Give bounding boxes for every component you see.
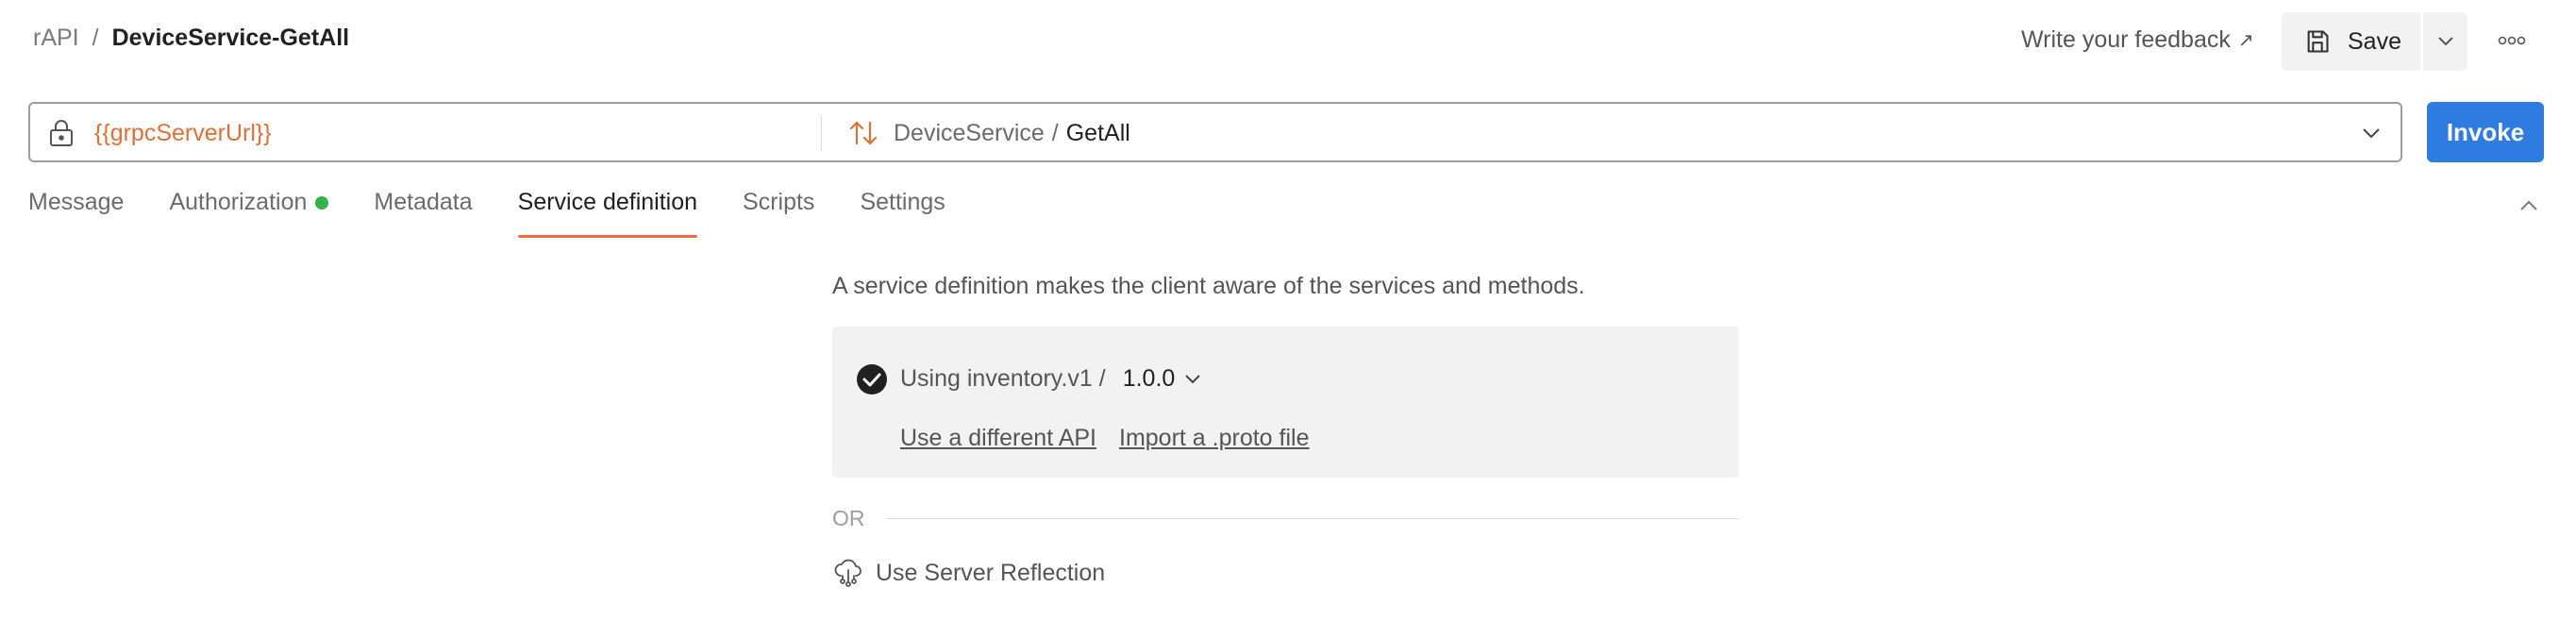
more-icon bbox=[2498, 36, 2526, 45]
api-links: Use a different API Import a .proto file bbox=[900, 425, 1331, 452]
tab-label: Message bbox=[28, 189, 125, 215]
url-divider bbox=[821, 115, 822, 151]
url-bar: {{grpcServerUrl}} DeviceService / GetAll bbox=[28, 102, 2402, 162]
service-definition-description: A service definition makes the client aw… bbox=[832, 273, 1585, 299]
breadcrumb-separator: / bbox=[92, 25, 99, 51]
breadcrumb: rAPI / DeviceService-GetAll bbox=[33, 25, 349, 52]
breadcrumb-parent[interactable]: rAPI bbox=[33, 25, 79, 52]
using-label: Using inventory.v1 / bbox=[900, 365, 1106, 392]
request-tabs: Message Authorization Metadata Service d… bbox=[28, 189, 991, 238]
feedback-label: Write your feedback bbox=[2021, 26, 2231, 53]
method-name: GetAll bbox=[1065, 120, 1130, 146]
tab-authorization[interactable]: Authorization bbox=[169, 189, 329, 238]
feedback-link[interactable]: Write your feedback ↗ bbox=[2021, 26, 2254, 54]
check-circle-icon bbox=[857, 364, 887, 395]
save-label: Save bbox=[2348, 27, 2401, 55]
version-selector[interactable]: 1.0.0 bbox=[1123, 365, 1202, 393]
request-header: rAPI / DeviceService-GetAll Write your f… bbox=[0, 0, 2576, 85]
chevron-down-icon bbox=[1185, 374, 1201, 383]
tab-message[interactable]: Message bbox=[28, 189, 124, 238]
tab-label: Settings bbox=[860, 189, 945, 215]
import-proto-link[interactable]: Import a .proto file bbox=[1119, 425, 1309, 452]
more-options-button[interactable] bbox=[2496, 28, 2528, 53]
save-options-button[interactable] bbox=[2423, 12, 2467, 71]
tab-settings[interactable]: Settings bbox=[860, 189, 945, 238]
tab-metadata[interactable]: Metadata bbox=[374, 189, 472, 238]
use-different-api-link[interactable]: Use a different API bbox=[900, 425, 1096, 452]
chevron-up-icon[interactable] bbox=[2517, 194, 2540, 217]
chevron-down-icon bbox=[2437, 37, 2453, 46]
tab-label: Metadata bbox=[374, 189, 473, 215]
invoke-button[interactable]: Invoke bbox=[2427, 102, 2544, 162]
save-icon bbox=[2307, 30, 2329, 53]
method-selector[interactable]: DeviceService / GetAll bbox=[894, 120, 1130, 147]
version-value: 1.0.0 bbox=[1122, 365, 1176, 392]
method-arrows-icon bbox=[849, 121, 878, 145]
tab-scripts[interactable]: Scripts bbox=[743, 189, 814, 238]
save-group: Save bbox=[2282, 12, 2467, 71]
method-separator: / bbox=[1051, 120, 1059, 146]
lock-icon[interactable] bbox=[47, 118, 75, 148]
method-service: DeviceService bbox=[894, 120, 1045, 146]
tab-label: Authorization bbox=[169, 189, 308, 215]
request-title[interactable]: DeviceService-GetAll bbox=[112, 25, 350, 52]
use-server-reflection-button[interactable]: Use Server Reflection bbox=[832, 557, 1105, 589]
server-url-input[interactable]: {{grpcServerUrl}} bbox=[94, 120, 272, 147]
reflection-label: Use Server Reflection bbox=[876, 559, 1106, 586]
save-button[interactable]: Save bbox=[2282, 12, 2420, 71]
api-using-row: Using inventory.v1 / 1.0.0 bbox=[900, 365, 1201, 393]
cloud-network-icon bbox=[834, 559, 861, 587]
divider-line bbox=[885, 518, 1739, 519]
or-label: OR bbox=[832, 506, 865, 530]
api-selection-box: Using inventory.v1 / 1.0.0 Use a differe… bbox=[832, 327, 1739, 478]
chevron-down-icon[interactable] bbox=[2361, 123, 2382, 143]
tab-label: Service definition bbox=[517, 189, 698, 215]
tab-service-definition[interactable]: Service definition bbox=[517, 189, 698, 238]
external-link-icon: ↗ bbox=[2237, 30, 2254, 51]
tab-label: Scripts bbox=[743, 189, 815, 215]
or-divider: OR bbox=[832, 506, 1739, 531]
status-dot bbox=[315, 196, 329, 210]
